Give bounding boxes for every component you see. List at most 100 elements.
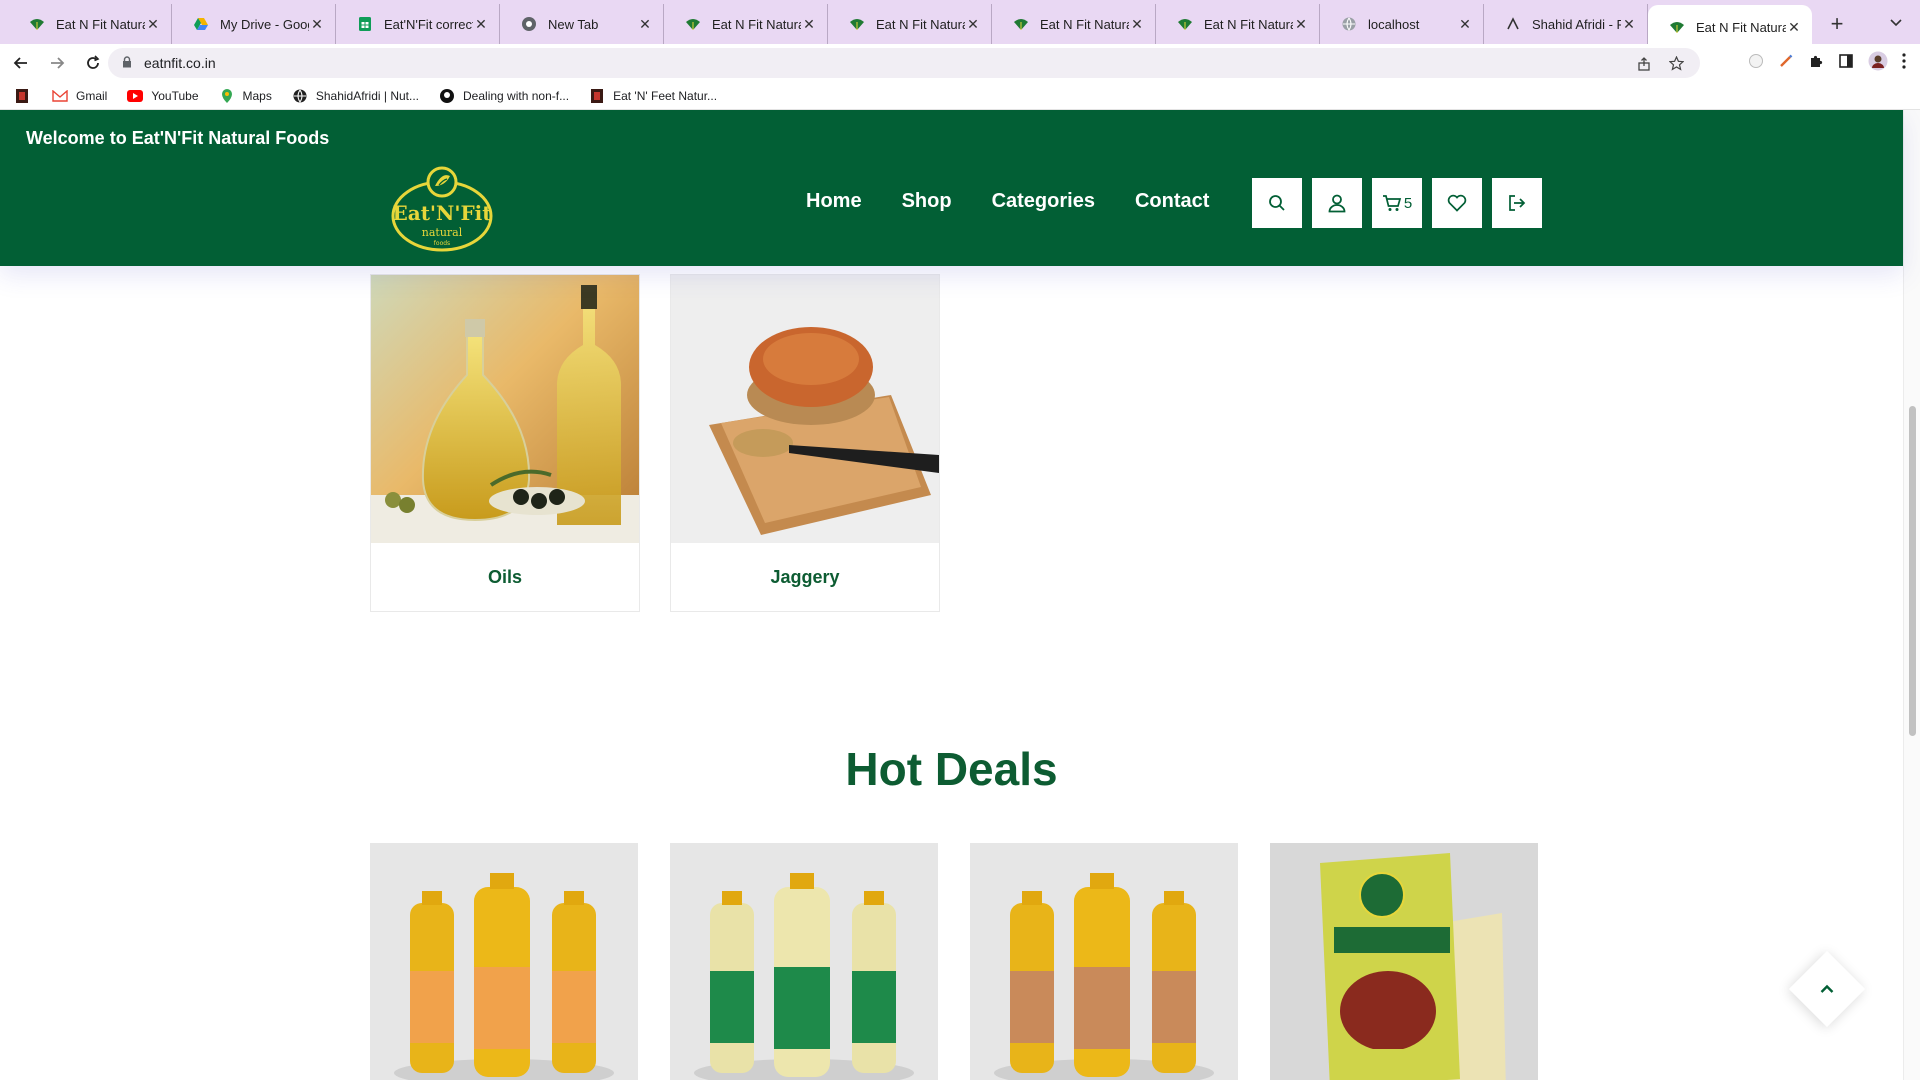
category-card-oils[interactable]: Oils <box>370 274 640 612</box>
lock-icon[interactable] <box>122 55 132 71</box>
browser-tab[interactable]: Eat N Fit Naturals✕ <box>992 4 1156 44</box>
leaf-favicon-icon <box>684 15 702 33</box>
browser-tab[interactable]: localhost ✕ <box>1320 4 1484 44</box>
cart-icon <box>1382 195 1401 211</box>
tab-close-icon[interactable]: ✕ <box>1621 16 1637 32</box>
nav-home[interactable]: Home <box>806 190 862 213</box>
logo-brand-text: Eat'N'Fit <box>392 201 492 225</box>
site-logo[interactable]: Eat'N'Fit natural foods <box>390 166 494 256</box>
extensions-puzzle-icon[interactable] <box>1808 53 1824 74</box>
bookmark-item[interactable]: YouTube <box>127 88 199 104</box>
forward-arrow-icon[interactable] <box>42 48 72 78</box>
nav-categories[interactable]: Categories <box>992 190 1095 213</box>
tab-close-icon[interactable]: ✕ <box>1293 16 1309 32</box>
jaggery-powder-pack-image <box>1270 843 1538 1080</box>
address-bar[interactable]: eatnfit.co.in <box>108 48 1700 78</box>
logo-tag-text: foods <box>434 240 450 247</box>
browser-tab[interactable]: Eat N Fit Naturals✕ <box>664 4 828 44</box>
deal-card-sesame-oil[interactable] <box>970 843 1238 1080</box>
tab-close-icon[interactable]: ✕ <box>1786 19 1802 35</box>
account-button[interactable] <box>1312 178 1362 228</box>
search-button[interactable] <box>1252 178 1302 228</box>
eatnfit-bookmark-icon <box>14 88 30 104</box>
scrollbar-thumb[interactable] <box>1909 406 1916 736</box>
google-sheets-icon <box>356 15 374 33</box>
user-icon <box>1328 194 1346 213</box>
youtube-icon <box>127 88 144 104</box>
cart-button[interactable]: 5 <box>1372 178 1422 228</box>
tab-close-icon[interactable]: ✕ <box>473 16 489 32</box>
tab-search-chevron-icon[interactable] <box>1890 14 1902 30</box>
bookmark-item[interactable]: Maps <box>219 88 272 104</box>
tab-close-icon[interactable]: ✕ <box>1457 16 1473 32</box>
bookmark-item[interactable]: Dealing with non-f... <box>439 88 569 104</box>
browser-tab[interactable]: Eat'N'Fit correction✕ <box>336 4 500 44</box>
back-to-top-button[interactable] <box>1788 950 1866 1028</box>
page-scrollbar[interactable] <box>1903 110 1920 1080</box>
wishlist-button[interactable] <box>1432 178 1482 228</box>
bookmark-item[interactable]: Gmail <box>52 88 107 104</box>
nav-shop[interactable]: Shop <box>902 190 952 213</box>
groundnut-oil-bottles-image <box>370 843 638 1080</box>
bookmarks-bar: Gmail YouTube Maps ShahidAfridi | Nut... Dea… <box>0 82 1920 110</box>
tab-close-icon[interactable]: ✕ <box>965 16 981 32</box>
browser-tab-strip: Eat N Fit Naturals✕My Drive - Google Dri… <box>0 0 1920 49</box>
url-text[interactable]: eatnfit.co.in <box>144 55 216 71</box>
leaf-favicon-icon <box>28 15 46 33</box>
bookmark-star-icon[interactable] <box>1668 55 1685 74</box>
tab-title: Eat N Fit Naturals <box>712 16 801 32</box>
header-actions: 5 <box>1252 178 1542 228</box>
category-name-oils[interactable]: Oils <box>371 543 639 611</box>
browser-tab[interactable]: Shahid Afridi - Portfolio✕ <box>1484 4 1648 44</box>
bookmark-label: Maps <box>242 88 272 103</box>
search-icon <box>1269 195 1285 211</box>
browser-tab[interactable]: New Tab ✕ <box>500 4 664 44</box>
extension-pen-icon[interactable] <box>1778 53 1794 74</box>
globe-icon <box>292 88 308 104</box>
bookmark-label: Gmail <box>76 88 108 103</box>
welcome-text: Welcome to Eat'N'Fit Natural Foods <box>26 128 330 148</box>
tab-title: localhost <box>1368 16 1420 32</box>
bookmark-item[interactable]: Eat 'N' Feet Natur... <box>589 88 717 104</box>
sesame-oil-bottles-image <box>970 843 1238 1080</box>
browser-menu-icon[interactable] <box>1902 52 1906 74</box>
browser-tab[interactable]: Eat N Fit Naturals✕ <box>828 4 992 44</box>
bookmark-label: Dealing with non-f... <box>463 88 570 103</box>
browser-tab[interactable]: Eat N Fit Naturals✕ <box>1648 5 1812 49</box>
deal-card-groundnut-oil[interactable] <box>370 843 638 1080</box>
category-image-oils[interactable] <box>371 275 639 543</box>
tab-close-icon[interactable]: ✕ <box>309 16 325 32</box>
reload-icon[interactable] <box>78 48 108 78</box>
category-image-jaggery[interactable] <box>671 275 939 543</box>
browser-tab[interactable]: Eat N Fit Naturals✕ <box>1156 4 1320 44</box>
leaf-favicon-icon <box>1012 15 1030 33</box>
tab-title: My Drive - Google Drive <box>220 16 309 32</box>
logout-button[interactable] <box>1492 178 1542 228</box>
back-arrow-icon[interactable] <box>6 48 36 78</box>
browser-tab[interactable]: My Drive - Google Drive✕ <box>172 4 336 44</box>
side-panel-icon[interactable] <box>1838 53 1854 74</box>
new-tab-plus-icon[interactable]: + <box>1820 7 1854 41</box>
logo-natural-text: natural <box>422 226 463 239</box>
extension-clock-icon[interactable] <box>1748 53 1764 74</box>
deal-card-coconut-oil[interactable] <box>670 843 938 1080</box>
nav-contact[interactable]: Contact <box>1135 190 1209 213</box>
tab-close-icon[interactable]: ✕ <box>637 16 653 32</box>
bookmark-item[interactable]: ShahidAfridi | Nut... <box>292 88 419 104</box>
google-drive-icon <box>192 15 210 33</box>
gmail-icon <box>52 88 68 104</box>
deal-card-jaggery-powder[interactable] <box>1270 843 1538 1080</box>
tab-close-icon[interactable]: ✕ <box>145 16 161 32</box>
tab-title: New Tab <box>548 16 599 32</box>
tab-close-icon[interactable]: ✕ <box>801 16 817 32</box>
category-card-jaggery[interactable]: Jaggery <box>670 274 940 612</box>
tab-close-icon[interactable]: ✕ <box>1129 16 1145 32</box>
tab-title: Eat N Fit Naturals <box>56 16 145 32</box>
profile-avatar[interactable] <box>1868 51 1888 76</box>
bookmark-item[interactable] <box>14 88 38 104</box>
bookmark-label: ShahidAfridi | Nut... <box>315 88 420 103</box>
category-name-jaggery[interactable]: Jaggery <box>671 543 939 611</box>
jaggery-photo <box>671 275 939 543</box>
browser-tab[interactable]: Eat N Fit Naturals✕ <box>8 4 172 44</box>
share-icon[interactable] <box>1637 56 1651 74</box>
